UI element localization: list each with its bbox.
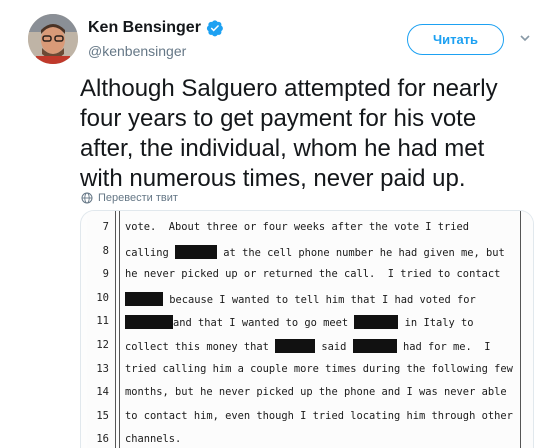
line-number: 15 <box>96 409 109 422</box>
line-text-segment: and that I wanted to go meet <box>173 317 355 330</box>
line-number: 9 <box>102 268 109 281</box>
line-text: and that I wanted to go meet in Italy to <box>125 315 474 330</box>
line-text-segment: channels. <box>125 433 182 446</box>
redaction-block <box>352 339 397 353</box>
line-text-segment: to contact him, even though I tried loca… <box>125 409 513 422</box>
translate-tweet-link[interactable]: Перевести твит <box>81 192 178 204</box>
transcript-line: 15 to contact him, even though I tried lo… <box>87 406 533 430</box>
redaction-block <box>125 291 163 306</box>
tweet-text: Although Salguero attempted for nearly f… <box>80 75 498 192</box>
line-number: 10 <box>96 291 109 304</box>
line-number: 16 <box>96 433 109 446</box>
transcript-line: 16 channels. <box>87 429 533 448</box>
line-text-segment: he never picked up or returned the call.… <box>125 268 501 281</box>
line-text: calling at the cell phone number he had … <box>125 244 505 259</box>
tweet-media-image[interactable]: 7 vote. About three or four weeks after t… <box>80 210 534 448</box>
line-text: vote. About three or four weeks after th… <box>125 221 469 233</box>
globe-icon <box>81 192 93 204</box>
line-text-segment: months, but he never picked up the phone… <box>125 386 507 399</box>
line-number: 8 <box>102 244 109 257</box>
verified-badge-icon <box>206 20 223 37</box>
transcript-line: 11 and that I wanted to go meet in Italy … <box>87 311 533 335</box>
line-text-segment: vote. About three or four weeks after th… <box>125 221 470 233</box>
line-text-segment: tried calling him a couple more times du… <box>125 362 513 375</box>
transcript-line: 12 collect this money that said had for m… <box>87 335 533 359</box>
line-text-segment: at the cell phone number he had given me… <box>217 246 505 259</box>
line-text: because I wanted to tell him that I had … <box>125 291 476 306</box>
line-text: tried calling him a couple more times du… <box>125 363 513 375</box>
line-number: 13 <box>96 362 109 375</box>
follow-button[interactable]: Читать <box>407 24 504 55</box>
line-text: he never picked up or returned the call.… <box>125 268 500 280</box>
line-text: channels. <box>125 433 181 445</box>
transcript-document: 7 vote. About three or four weeks after t… <box>87 211 533 448</box>
author-block[interactable]: Ken Bensinger @kenbensinger <box>88 18 224 61</box>
line-number: 7 <box>102 221 109 233</box>
transcript-line: 9 he never picked up or returned the call… <box>87 264 533 288</box>
line-text-segment: because I wanted to tell him that I had … <box>163 293 476 306</box>
transcript-line: 7 vote. About three or four weeks after t… <box>87 217 533 241</box>
translate-label[interactable]: Перевести твит <box>98 192 178 204</box>
author-display-name[interactable]: Ken Bensinger <box>88 18 201 38</box>
line-text-segment: collect this money that <box>125 341 276 353</box>
transcript-line: 14 months, but he never picked up the pho… <box>87 382 533 406</box>
line-text-segment: had for me. I <box>396 341 491 353</box>
transcript-line: 13 tried calling him a couple more times … <box>87 359 533 383</box>
tweet-card: Ken Bensinger @kenbensinger Читать Altho… <box>0 0 557 448</box>
line-text-segment: calling <box>125 246 176 259</box>
line-text: to contact him, even though I tried loca… <box>125 410 513 422</box>
line-number: 14 <box>96 386 109 399</box>
line-number: 11 <box>96 315 109 328</box>
line-number: 12 <box>96 339 109 351</box>
transcript-line: 10 because I wanted to tell him that I h… <box>87 288 533 312</box>
author-handle[interactable]: @kenbensinger <box>88 41 224 61</box>
transcript-line: 8 calling at the cell phone number he had… <box>87 241 533 265</box>
line-text: months, but he never picked up the phone… <box>125 386 507 398</box>
line-text-segment: in Italy to <box>398 317 474 330</box>
line-text: collect this money that said had for me.… <box>125 339 491 353</box>
avatar[interactable] <box>28 14 78 64</box>
redaction-block <box>175 244 218 259</box>
redaction-block <box>354 315 399 330</box>
line-text-segment: said <box>315 341 353 353</box>
redaction-block <box>275 339 316 353</box>
chevron-down-icon[interactable] <box>519 32 531 44</box>
author-name[interactable]: Ken Bensinger <box>88 18 224 38</box>
redaction-block <box>125 315 173 330</box>
avatar-image <box>28 14 78 64</box>
